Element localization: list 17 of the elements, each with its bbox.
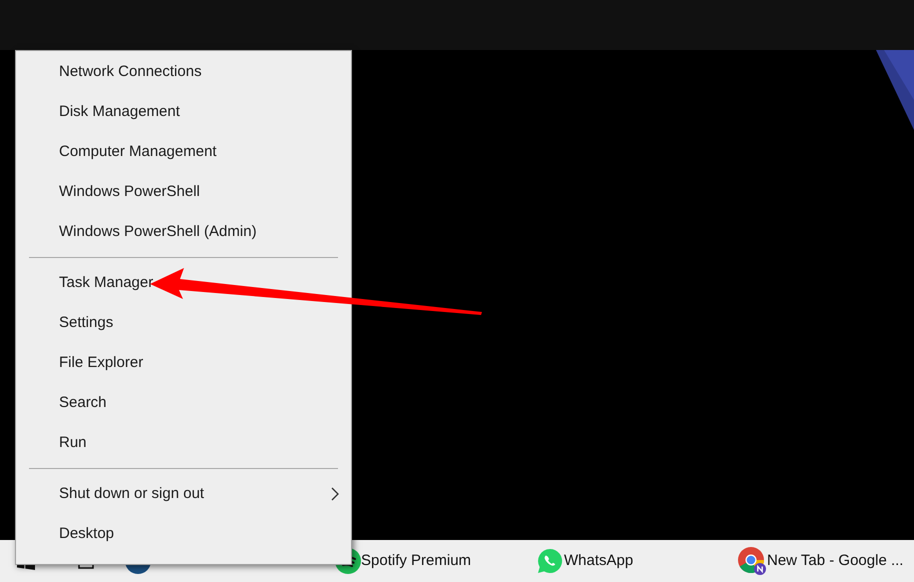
- menu-item[interactable]: Settings: [16, 303, 351, 343]
- menu-item[interactable]: Shut down or sign out: [16, 474, 351, 514]
- taskbar-app-button[interactable]: WhatsApp: [536, 540, 737, 582]
- menu-item[interactable]: Task Manager: [16, 263, 351, 303]
- menu-item[interactable]: Search: [16, 383, 351, 423]
- chat-app-icon: [536, 547, 564, 575]
- chevron-right-icon: [331, 487, 339, 501]
- menu-item[interactable]: Windows PowerShell (Admin): [16, 212, 351, 252]
- menu-item[interactable]: Network Connections: [16, 52, 351, 92]
- taskbar-app-button[interactable]: New Tab - Google ...: [737, 540, 904, 582]
- browser-icon: [737, 546, 767, 576]
- menu-item[interactable]: Disk Management: [16, 92, 351, 132]
- menu-item[interactable]: File Explorer: [16, 343, 351, 383]
- menu-item[interactable]: Run: [16, 423, 351, 463]
- menu-item[interactable]: Desktop: [16, 514, 351, 554]
- menu-item[interactable]: Computer Management: [16, 132, 351, 172]
- menu-item[interactable]: Windows PowerShell: [16, 172, 351, 212]
